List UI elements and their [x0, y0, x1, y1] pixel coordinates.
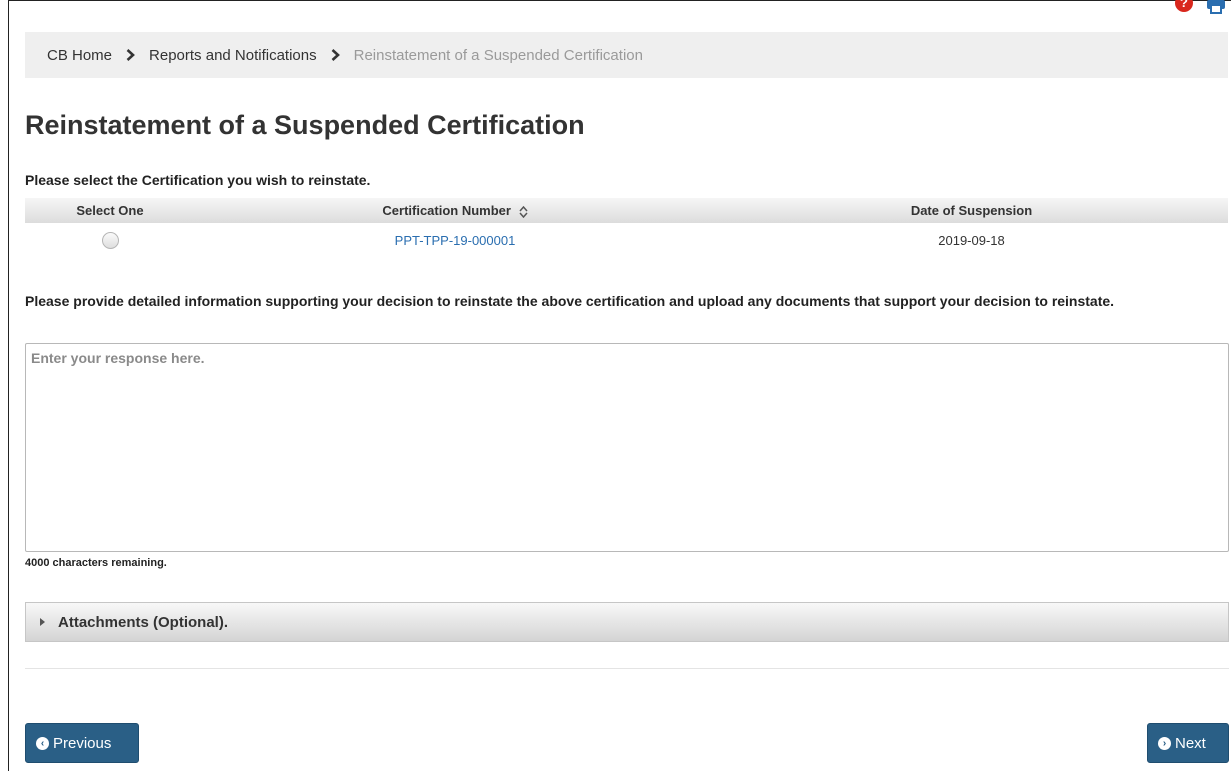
- detail-prompt: Please provide detailed information supp…: [25, 293, 1115, 309]
- table-row: PPT-TPP-19-000001 2019-09-18: [25, 223, 1228, 257]
- previous-button[interactable]: ‹ Previous: [25, 723, 139, 763]
- chevron-left-circle-icon: ‹: [36, 736, 49, 750]
- sort-icon[interactable]: [519, 205, 528, 218]
- header-certification-number-label: Certification Number: [382, 203, 511, 218]
- attachments-panel-toggle[interactable]: Attachments (Optional).: [25, 602, 1229, 642]
- chevron-right-circle-icon: ›: [1158, 736, 1171, 750]
- date-of-suspension-cell: 2019-09-18: [938, 232, 1005, 248]
- certification-table: Select One Certification Number Date of …: [25, 198, 1228, 257]
- previous-button-label: Previous: [53, 734, 112, 752]
- help-icon[interactable]: ?: [1175, 0, 1193, 12]
- chevron-right-icon: [126, 49, 135, 61]
- table-header-row: Select One Certification Number Date of …: [25, 198, 1228, 223]
- top-toolbar: ?: [1175, 0, 1225, 14]
- header-select-one: Select One: [25, 198, 195, 223]
- chevron-right-icon: [331, 49, 340, 61]
- certification-number-cell: PPT-TPP-19-000001: [195, 223, 715, 257]
- breadcrumb: CB Home Reports and Notifications Reinst…: [25, 32, 1228, 78]
- attachments-label: Attachments (Optional).: [58, 613, 229, 631]
- select-cell: [25, 223, 195, 257]
- divider: [25, 668, 1229, 669]
- response-textarea[interactable]: [25, 343, 1229, 552]
- next-button-label: Next: [1175, 734, 1206, 752]
- characters-remaining: 4000 characters remaining.: [25, 557, 167, 569]
- header-certification-number[interactable]: Certification Number: [195, 198, 715, 223]
- page-title: Reinstatement of a Suspended Certificati…: [25, 110, 585, 140]
- breadcrumb-reports[interactable]: Reports and Notifications: [149, 47, 317, 64]
- next-button[interactable]: › Next: [1147, 723, 1229, 763]
- breadcrumb-current: Reinstatement of a Suspended Certificati…: [353, 46, 643, 64]
- select-instruction: Please select the Certification you wish…: [25, 172, 371, 188]
- print-icon[interactable]: [1207, 0, 1225, 14]
- breadcrumb-cb-home[interactable]: CB Home: [47, 47, 112, 64]
- certification-number-link[interactable]: PPT-TPP-19-000001: [395, 233, 516, 248]
- header-date-of-suspension: Date of Suspension: [715, 198, 1228, 223]
- select-certification-radio[interactable]: [101, 231, 119, 249]
- caret-right-icon: [40, 618, 45, 626]
